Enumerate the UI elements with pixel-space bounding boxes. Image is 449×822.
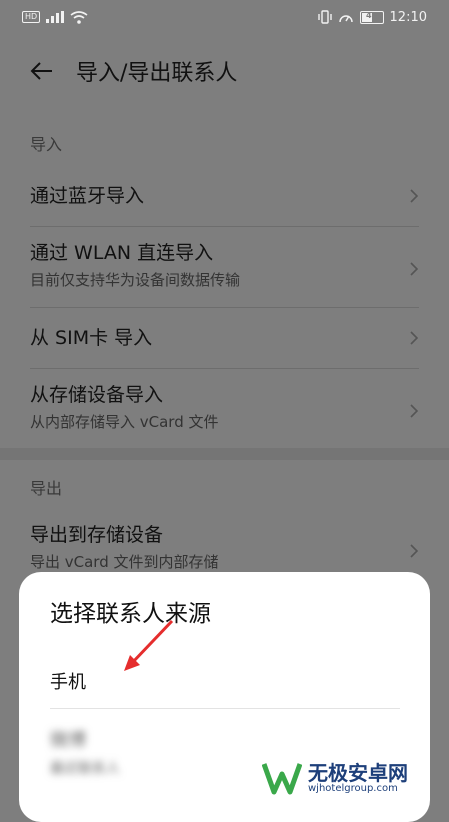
chevron-right-icon <box>410 404 419 418</box>
chevron-right-icon <box>410 544 419 558</box>
battery-level: 49 <box>365 10 378 20</box>
import-sim-item[interactable]: 从 SIM卡 导入 <box>0 310 449 366</box>
divider <box>30 368 419 369</box>
screen: HD 49 12:10 导入/导出联系人 导入 通过蓝牙导入 通过 WLAN 直… <box>0 0 449 822</box>
source-option-weibo[interactable]: 微博 最近联系人 <box>50 726 120 778</box>
chevron-right-icon <box>410 262 419 276</box>
page-title: 导入/导出联系人 <box>76 61 238 86</box>
status-left: HD <box>22 10 88 24</box>
clock: 12:10 <box>389 9 427 25</box>
watermark-logo-icon <box>262 763 302 795</box>
status-bar: HD 49 12:10 <box>0 0 449 34</box>
hd-icon: HD <box>22 11 41 23</box>
source-option-phone[interactable]: 手机 <box>50 668 86 694</box>
sheet-divider <box>50 708 400 709</box>
import-storage-title: 从存储设备导入 <box>30 384 164 406</box>
import-section-label: 导入 <box>30 135 63 154</box>
status-right: 49 12:10 <box>317 9 427 25</box>
watermark-text: 无极安卓网 wjhotelgroup.com <box>308 763 408 794</box>
vibrate-icon <box>317 10 332 24</box>
signal-icon <box>46 11 65 23</box>
back-arrow-icon <box>30 62 52 80</box>
import-wlan-subtitle: 目前仅支持华为设备间数据传输 <box>30 271 241 289</box>
chevron-right-icon <box>410 189 419 203</box>
import-sim-title: 从 SIM卡 导入 <box>30 327 153 349</box>
battery-icon: 49 <box>359 10 384 24</box>
import-wlan-title: 通过 WLAN 直连导入 <box>30 242 214 264</box>
speedometer-icon <box>338 15 353 23</box>
export-storage-title: 导出到存储设备 <box>30 524 164 546</box>
back-button[interactable] <box>22 51 62 91</box>
source-option-weibo-subtitle: 最近联系人 <box>50 761 120 777</box>
divider <box>30 226 419 227</box>
watermark-name: 无极安卓网 <box>308 760 408 785</box>
divider <box>30 307 419 308</box>
watermark: 无极安卓网 wjhotelgroup.com <box>262 760 408 796</box>
chevron-right-icon <box>410 331 419 345</box>
arrow-shaft <box>130 619 174 665</box>
export-storage-subtitle: 导出 vCard 文件到内部存储 <box>30 553 219 571</box>
source-option-weibo-label: 微博 <box>50 730 86 751</box>
red-arrow-annotation <box>124 619 174 671</box>
import-bluetooth-title: 通过蓝牙导入 <box>30 185 145 207</box>
import-bluetooth-item[interactable]: 通过蓝牙导入 <box>0 168 449 224</box>
watermark-url: wjhotelgroup.com <box>308 782 398 794</box>
import-storage-item[interactable]: 从存储设备导入 从内部存储导入 vCard 文件 <box>0 380 449 442</box>
section-separator <box>0 448 449 460</box>
import-storage-subtitle: 从内部存储导入 vCard 文件 <box>30 413 219 431</box>
wifi-icon <box>70 10 88 24</box>
app-bar: 导入/导出联系人 <box>0 46 449 96</box>
export-section-label: 导出 <box>30 479 63 498</box>
import-wlan-item[interactable]: 通过 WLAN 直连导入 目前仅支持华为设备间数据传输 <box>0 238 449 300</box>
